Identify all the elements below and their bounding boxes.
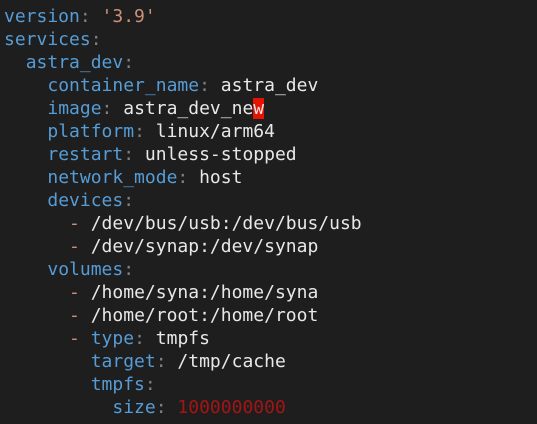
code-line[interactable]: platform: linux/arm64 bbox=[0, 120, 537, 143]
yaml-device-entry: /dev/synap:/dev/synap bbox=[90, 236, 319, 257]
code-line[interactable]: - /home/syna:/home/syna bbox=[0, 281, 537, 304]
yaml-list-dash: - bbox=[69, 213, 80, 234]
code-line[interactable]: network_mode: host bbox=[0, 166, 537, 189]
yaml-value-type: tmpfs bbox=[155, 328, 210, 349]
yaml-key-target: target bbox=[90, 351, 156, 372]
yaml-list-dash: - bbox=[69, 282, 80, 303]
code-line[interactable]: image: astra_dev_new bbox=[0, 97, 537, 120]
yaml-colon: : bbox=[155, 397, 167, 418]
yaml-colon: : bbox=[199, 75, 210, 96]
yaml-key-services: services bbox=[4, 29, 91, 50]
yaml-key-image: image bbox=[47, 98, 102, 119]
code-line[interactable]: container_name: astra_dev bbox=[0, 74, 537, 97]
yaml-volume-entry: /home/syna:/home/syna bbox=[90, 282, 319, 303]
yaml-key-type: type bbox=[90, 328, 135, 349]
yaml-value-size: 1000000000 bbox=[177, 397, 286, 418]
code-line[interactable]: devices: bbox=[0, 189, 537, 212]
yaml-colon: : bbox=[123, 52, 135, 73]
yaml-colon: : bbox=[177, 167, 189, 188]
yaml-colon: : bbox=[155, 351, 167, 372]
code-line[interactable]: restart: unless-stopped bbox=[0, 143, 537, 166]
yaml-colon: : bbox=[90, 29, 102, 50]
yaml-value-restart: unless-stopped bbox=[144, 144, 297, 165]
yaml-value-platform: linux/arm64 bbox=[155, 121, 275, 142]
yaml-value-network-mode: host bbox=[199, 167, 243, 188]
yaml-key-volumes: volumes bbox=[47, 259, 124, 280]
yaml-value-target: /tmp/cache bbox=[177, 351, 286, 372]
code-line[interactable]: - /home/root:/home/root bbox=[0, 304, 537, 327]
code-editor[interactable]: version: '3.9' services: astra_dev: cont… bbox=[0, 0, 537, 424]
yaml-colon: : bbox=[134, 121, 145, 142]
yaml-colon: : bbox=[123, 259, 135, 280]
code-line[interactable]: tmpfs: bbox=[0, 373, 537, 396]
yaml-key-platform: platform bbox=[47, 121, 135, 142]
yaml-key-version: version bbox=[4, 6, 80, 27]
code-line[interactable]: size: 1000000000 bbox=[0, 396, 537, 419]
yaml-key-service-name: astra_dev bbox=[25, 52, 124, 73]
yaml-key-container-name: container_name bbox=[47, 75, 200, 96]
yaml-key-size: size bbox=[112, 397, 156, 418]
yaml-value-image: astra_dev_ne bbox=[123, 98, 254, 119]
yaml-key-restart: restart bbox=[47, 144, 124, 165]
yaml-volume-entry: /home/root:/home/root bbox=[90, 305, 319, 326]
yaml-list-dash: - bbox=[69, 236, 80, 257]
yaml-colon: : bbox=[144, 374, 156, 395]
yaml-colon: : bbox=[79, 6, 91, 27]
code-line[interactable]: - /dev/synap:/dev/synap bbox=[0, 235, 537, 258]
yaml-colon: : bbox=[123, 190, 135, 211]
yaml-key-tmpfs: tmpfs bbox=[90, 374, 145, 395]
yaml-colon: : bbox=[134, 328, 145, 349]
yaml-key-devices: devices bbox=[47, 190, 124, 211]
text-cursor: w bbox=[253, 98, 265, 119]
yaml-colon: : bbox=[123, 144, 135, 165]
yaml-value-container-name: astra_dev bbox=[220, 75, 319, 96]
yaml-key-network-mode: network_mode bbox=[47, 167, 178, 188]
code-line[interactable]: services: bbox=[0, 28, 537, 51]
code-line[interactable]: version: '3.9' bbox=[0, 5, 537, 28]
yaml-device-entry: /dev/bus/usb:/dev/bus/usb bbox=[90, 213, 362, 234]
yaml-list-dash: - bbox=[69, 328, 80, 349]
yaml-value-version: '3.9' bbox=[101, 6, 156, 27]
code-line[interactable]: - /dev/bus/usb:/dev/bus/usb bbox=[0, 212, 537, 235]
code-line[interactable]: volumes: bbox=[0, 258, 537, 281]
code-line[interactable]: - type: tmpfs bbox=[0, 327, 537, 350]
code-line[interactable]: astra_dev: bbox=[0, 51, 537, 74]
yaml-colon: : bbox=[101, 98, 113, 119]
code-line[interactable]: target: /tmp/cache bbox=[0, 350, 537, 373]
yaml-list-dash: - bbox=[69, 305, 80, 326]
